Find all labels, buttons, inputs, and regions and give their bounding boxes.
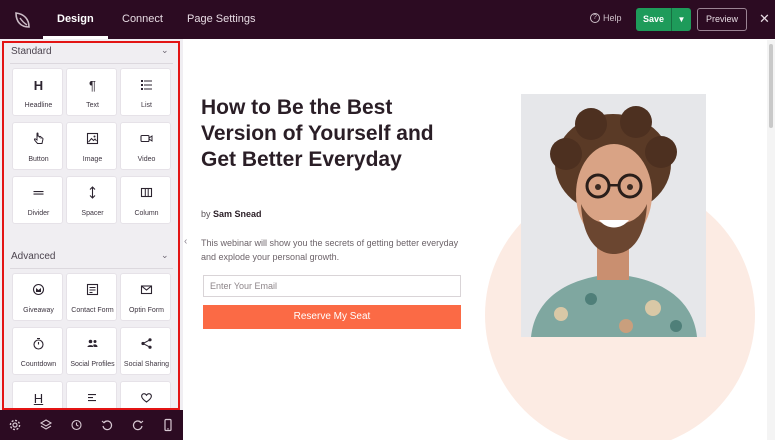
collapse-sidebar-chevron-left-icon[interactable]: ‹ [184, 236, 187, 247]
block-countdown[interactable]: Countdown [12, 327, 63, 375]
section-advanced-title: Advanced [11, 251, 56, 262]
save-button[interactable]: Save [636, 8, 671, 31]
block-label: Video [137, 156, 156, 163]
divider-icon [13, 186, 64, 203]
block-social-sharing[interactable]: Social Sharing [120, 327, 171, 375]
block-giveaway[interactable]: Giveaway [12, 273, 63, 321]
divider [10, 63, 173, 64]
seedprod-logo-icon[interactable] [12, 9, 34, 31]
block-label: Social Sharing [123, 361, 170, 368]
speaker-portrait-image [521, 94, 706, 337]
scrollbar-thumb[interactable] [769, 44, 773, 128]
block-advanced-headline[interactable]: H [12, 381, 63, 410]
mobile-icon[interactable] [161, 418, 175, 432]
blocks-sidebar: Standard ⌄ H Headline ¶ Text List Button… [0, 39, 183, 410]
webinar-description[interactable]: This webinar will show you the secrets o… [201, 236, 471, 264]
block-label: Text [86, 102, 99, 109]
top-bar: Design Connect Page Settings ? Help Save… [0, 0, 775, 39]
align-icon [67, 391, 118, 408]
paragraph-icon: ¶ [89, 78, 96, 93]
block-alignment[interactable] [66, 381, 117, 410]
block-button[interactable]: Button [12, 122, 63, 170]
pointer-icon [13, 132, 64, 149]
spacer-icon [67, 186, 118, 203]
save-options-chevron-icon[interactable]: ▼ [671, 8, 691, 31]
contact-form-icon [67, 283, 118, 300]
block-video[interactable]: Video [120, 122, 171, 170]
byline-prefix: by [201, 209, 211, 219]
list-icon [121, 78, 172, 95]
block-label: Social Profiles [70, 361, 115, 368]
block-favorite[interactable] [120, 381, 171, 410]
block-social-profiles[interactable]: Social Profiles [66, 327, 117, 375]
headline-icon: H [33, 78, 44, 93]
block-label: Spacer [81, 210, 104, 217]
divider [10, 268, 173, 269]
reserve-seat-button[interactable]: Reserve My Seat [203, 305, 461, 329]
share-icon [121, 337, 172, 354]
block-optin-form[interactable]: Optin Form [120, 273, 171, 321]
email-field[interactable] [203, 275, 461, 297]
block-column[interactable]: Column [120, 176, 171, 224]
heading-underline-icon: H [33, 391, 44, 406]
section-standard-header[interactable]: Standard ⌄ [0, 41, 183, 64]
bottom-toolbar [0, 410, 183, 440]
users-icon [67, 337, 118, 354]
block-label: Contact Form [71, 307, 114, 314]
undo-icon[interactable] [100, 418, 114, 432]
heart-icon [121, 391, 172, 408]
help-icon: ? [590, 13, 600, 23]
page-headline[interactable]: How to Be the Best Version of Yourself a… [201, 95, 451, 173]
block-image[interactable]: Image [66, 122, 117, 170]
block-label: Divider [27, 210, 50, 217]
chevron-down-icon: ⌄ [161, 45, 169, 55]
block-label: Countdown [20, 361, 57, 368]
block-label: Giveaway [23, 307, 54, 314]
block-divider[interactable]: Divider [12, 176, 63, 224]
block-label: Headline [24, 102, 53, 109]
save-button-group: Save ▼ [636, 8, 691, 31]
history-icon[interactable] [69, 418, 83, 432]
tab-design[interactable]: Design [43, 0, 108, 39]
author-byline[interactable]: by Sam Snead [201, 209, 262, 219]
block-label: Column [134, 210, 159, 217]
help-label: Help [603, 13, 622, 23]
block-label: List [141, 102, 152, 109]
tab-page-settings[interactable]: Page Settings [187, 0, 256, 39]
chevron-down-icon: ⌄ [161, 250, 169, 260]
speaker-photo[interactable] [521, 94, 706, 337]
section-advanced-header[interactable]: Advanced ⌄ [0, 246, 183, 269]
mail-icon [121, 283, 172, 300]
block-spacer[interactable]: Spacer [66, 176, 117, 224]
block-headline[interactable]: H Headline [12, 68, 63, 116]
block-label: Optin Form [128, 307, 164, 314]
block-text[interactable]: ¶ Text [66, 68, 117, 116]
block-contact-form[interactable]: Contact Form [66, 273, 117, 321]
section-standard-title: Standard [11, 46, 52, 57]
image-icon [67, 132, 118, 149]
video-icon [121, 132, 172, 149]
block-label: Button [28, 156, 49, 163]
close-icon[interactable]: ✕ [759, 11, 770, 27]
block-list[interactable]: List [120, 68, 171, 116]
redo-icon[interactable] [131, 418, 145, 432]
preview-button[interactable]: Preview [697, 8, 747, 31]
settings-icon[interactable] [8, 418, 22, 432]
help-link[interactable]: ? Help [590, 13, 622, 23]
layers-icon[interactable] [39, 418, 53, 432]
tab-connect[interactable]: Connect [122, 0, 163, 39]
author-name: Sam Snead [213, 209, 262, 219]
column-icon [121, 186, 172, 203]
giveaway-icon [13, 283, 64, 300]
block-label: Image [82, 156, 103, 163]
timer-icon [13, 337, 64, 354]
